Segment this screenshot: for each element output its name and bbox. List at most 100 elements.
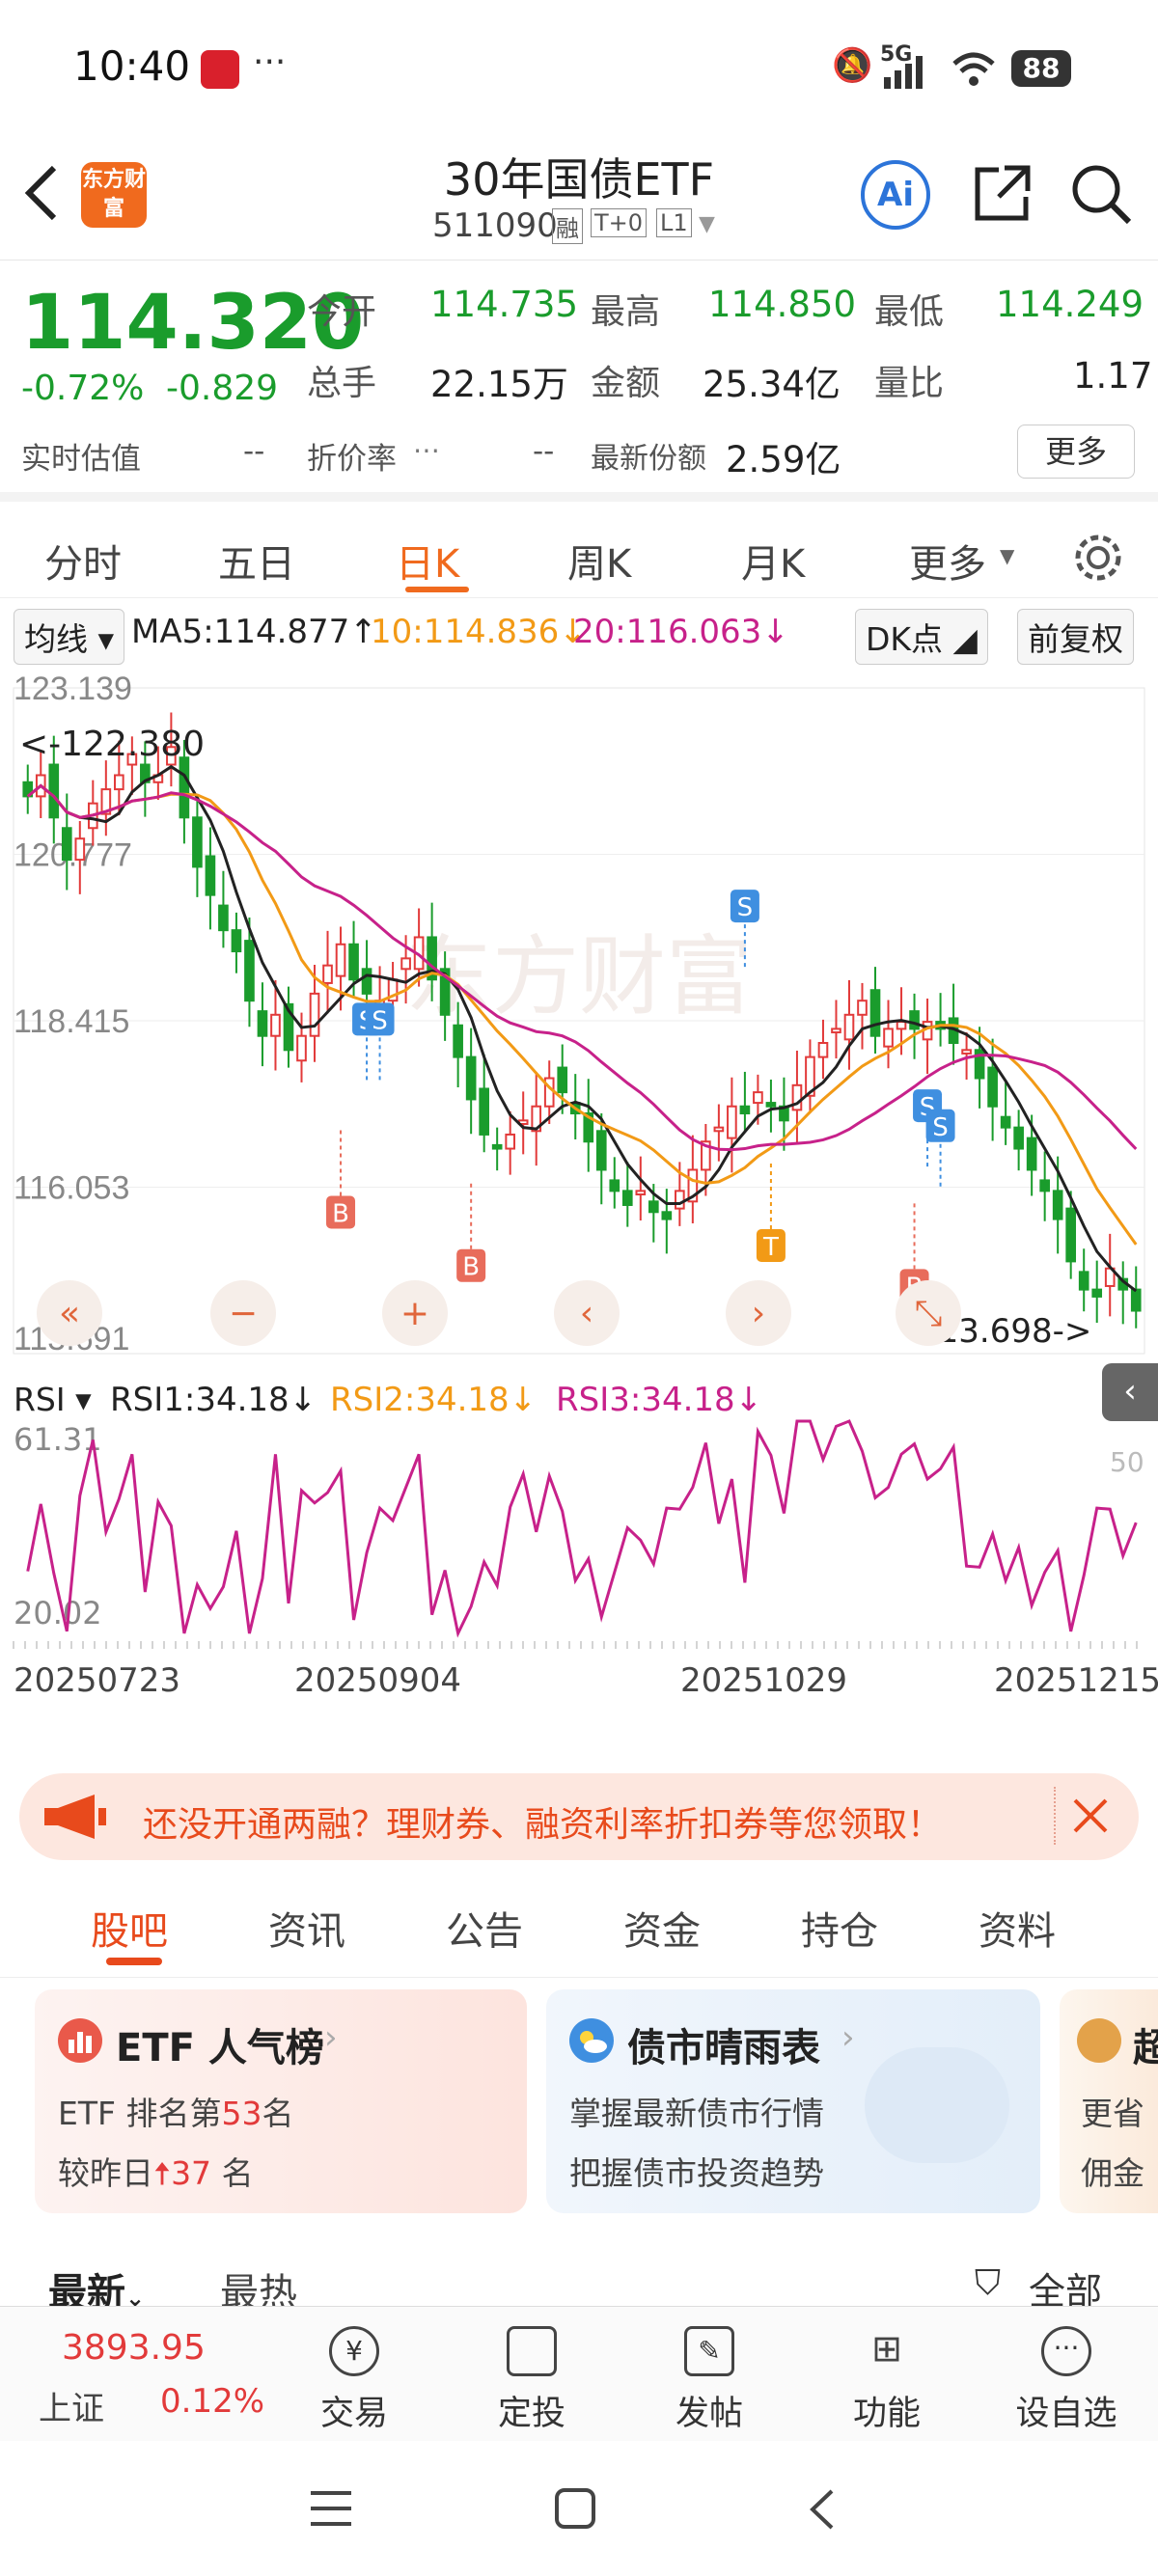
period-tabs: 分时 五日 日K 周K 月K 更多 ▼	[0, 511, 1158, 598]
menu-icon[interactable]	[309, 2489, 353, 2528]
filter-icon[interactable]: ⛉	[975, 2263, 1001, 2304]
status-more-icon: ···	[253, 42, 287, 82]
active-subtab-indicator	[106, 1958, 162, 1965]
y-tick-label: 120.777	[14, 837, 132, 874]
adjust-button[interactable]: 前复权	[1017, 609, 1134, 665]
more-button[interactable]: 更多	[1017, 425, 1135, 479]
ma20-value: 20:116.063↓	[573, 613, 789, 651]
back-icon[interactable]	[21, 164, 60, 222]
candle-body	[857, 1000, 868, 1016]
candle-body	[296, 1034, 307, 1062]
functions-button[interactable]: ⊞ 功能	[814, 2326, 959, 2435]
index-change[interactable]: 0.12%	[160, 2382, 264, 2421]
tab-fund-flow[interactable]: 资金	[623, 1900, 701, 1956]
tab-five-day[interactable]: 五日	[218, 533, 295, 589]
sort-latest-label: 最新	[48, 2271, 125, 2308]
chart-canvas[interactable]: 123.139120.777118.415116.053113.691东方财富<…	[0, 659, 1158, 1749]
index-name[interactable]: 上证	[39, 2382, 104, 2429]
sort-hot[interactable]: 最热	[220, 2261, 297, 2308]
ma10-value: 10:114.836↓	[371, 613, 587, 651]
tab-news[interactable]: 资讯	[268, 1900, 345, 1956]
x-tick-label: 20250723	[14, 1661, 180, 1700]
post-label: 发帖	[675, 2395, 743, 2433]
candle-body	[739, 1105, 751, 1115]
megaphone-icon	[44, 1795, 106, 1839]
estimate-label: 实时估值	[21, 442, 141, 477]
l1-badge: L1	[656, 208, 692, 237]
candle-body	[843, 1013, 855, 1041]
bond-market-card[interactable]: 债市晴雨表 › 掌握最新债市行情 把握债市投资趋势	[546, 1989, 1040, 2213]
ai-button[interactable]: Ai	[861, 160, 930, 230]
shares-value: 2.59亿	[726, 439, 841, 480]
kline-chart[interactable]: 123.139120.777118.415116.053113.691东方财富<…	[0, 659, 1158, 1749]
chevron-down-icon[interactable]: ▼	[699, 212, 715, 236]
filter-all[interactable]: 全部	[1029, 2261, 1102, 2308]
share-icon[interactable]	[970, 162, 1034, 226]
bottom-toolbar: 3893.95 上证 0.12% ¥ 交易 定投 ✎ 发帖 ⊞ 功能 ··· 设…	[0, 2306, 1158, 2441]
ma-legend: 均线 ▾ MA5:114.877↑ 10:114.836↓ 20:116.063…	[0, 603, 1158, 665]
back-nav-icon[interactable]	[805, 2487, 838, 2532]
tab-more[interactable]: 更多	[909, 533, 986, 589]
candle-body	[74, 837, 86, 862]
candle-body	[505, 1133, 516, 1150]
content-tabs: 股吧 资讯 公告 资金 持仓 资料	[0, 1877, 1158, 1978]
home-icon[interactable]	[554, 2487, 596, 2530]
candle-body	[205, 855, 216, 896]
tab-forum[interactable]: 股吧	[91, 1900, 168, 1956]
tab-announcements[interactable]: 公告	[446, 1900, 523, 1956]
field-label: 总手	[307, 364, 377, 403]
auto-invest-label: 定投	[497, 2395, 565, 2433]
rank-suffix: 名	[262, 2095, 294, 2132]
dk-label: DK点	[866, 620, 944, 658]
rsi3-value: RSI3:34.18↓	[556, 1381, 763, 1419]
candle-body	[831, 1028, 841, 1034]
candle-body	[609, 1179, 620, 1192]
change-percent: -0.72%	[21, 369, 145, 408]
trend-icon	[507, 2326, 557, 2376]
add-watchlist-button[interactable]: ··· 设自选	[994, 2326, 1139, 2435]
candle-body	[361, 968, 372, 995]
post-button[interactable]: ✎ 发帖	[637, 2326, 782, 2435]
stock-code: 511090	[432, 206, 558, 245]
high-annotation: <-122.380	[19, 725, 205, 764]
chevron-right-icon: ›	[841, 2018, 855, 2057]
high-price: 114.850	[708, 284, 857, 325]
search-icon[interactable]	[1069, 162, 1133, 226]
chart-control-icon: −	[229, 1294, 258, 1333]
candle-body	[1000, 1115, 1011, 1129]
chevron-right-icon: ›	[324, 2018, 338, 2057]
collapse-panel-button[interactable]: ‹	[1102, 1363, 1158, 1421]
commission-card[interactable]: 超 更省 佣金	[1060, 1989, 1158, 2213]
auto-invest-button[interactable]: 定投	[459, 2326, 604, 2435]
dk-point-button[interactable]: DK点 ◢	[855, 609, 988, 665]
tab-daily-k[interactable]: 日K	[396, 533, 459, 589]
candle-body	[453, 1024, 463, 1058]
field-label: 金额	[591, 364, 661, 403]
tab-holdings[interactable]: 持仓	[801, 1900, 878, 1956]
tab-profile[interactable]: 资料	[979, 1900, 1056, 1956]
sort-latest[interactable]: 最新⌄	[48, 2261, 145, 2308]
field-label: 最高	[591, 292, 661, 332]
tab-monthly-k[interactable]: 月K	[741, 533, 805, 589]
settings-gear-icon[interactable]	[1071, 531, 1125, 585]
ma5-value: MA5:114.877↑	[131, 613, 377, 651]
add-watchlist-label: 设自选	[1015, 2395, 1117, 2433]
tab-minute[interactable]: 分时	[44, 533, 122, 589]
trade-button[interactable]: ¥ 交易	[282, 2326, 427, 2435]
chart-control-icon: ‹	[580, 1294, 593, 1333]
x-tick-label: 20251215	[994, 1661, 1158, 1700]
rank-number: 53	[221, 2095, 262, 2132]
promo-banner[interactable]: 还没开通两融？理财券、融资利率折扣券等您领取！	[19, 1773, 1139, 1860]
card-line: 更省	[1081, 2095, 1144, 2132]
tab-weekly-k[interactable]: 周K	[567, 533, 631, 589]
candle-body	[661, 1211, 673, 1220]
rank-change-suffix: 名	[221, 2154, 254, 2192]
index-value[interactable]: 3893.95	[62, 2328, 206, 2368]
etf-ranking-card[interactable]: ETF 人气榜 › ETF 排名第53名 较昨日🠅37 名	[35, 1989, 527, 2213]
status-time: 10:40	[73, 42, 191, 90]
rsi-select[interactable]: RSI ▾	[14, 1381, 92, 1418]
feed-sort-bar: 最新⌄ 最热 ⛉ 全部	[0, 2248, 1158, 2308]
more-info-icon[interactable]: ⋯	[413, 434, 440, 466]
close-icon[interactable]	[1071, 1796, 1110, 1835]
ma-select[interactable]: 均线 ▾	[14, 609, 125, 665]
